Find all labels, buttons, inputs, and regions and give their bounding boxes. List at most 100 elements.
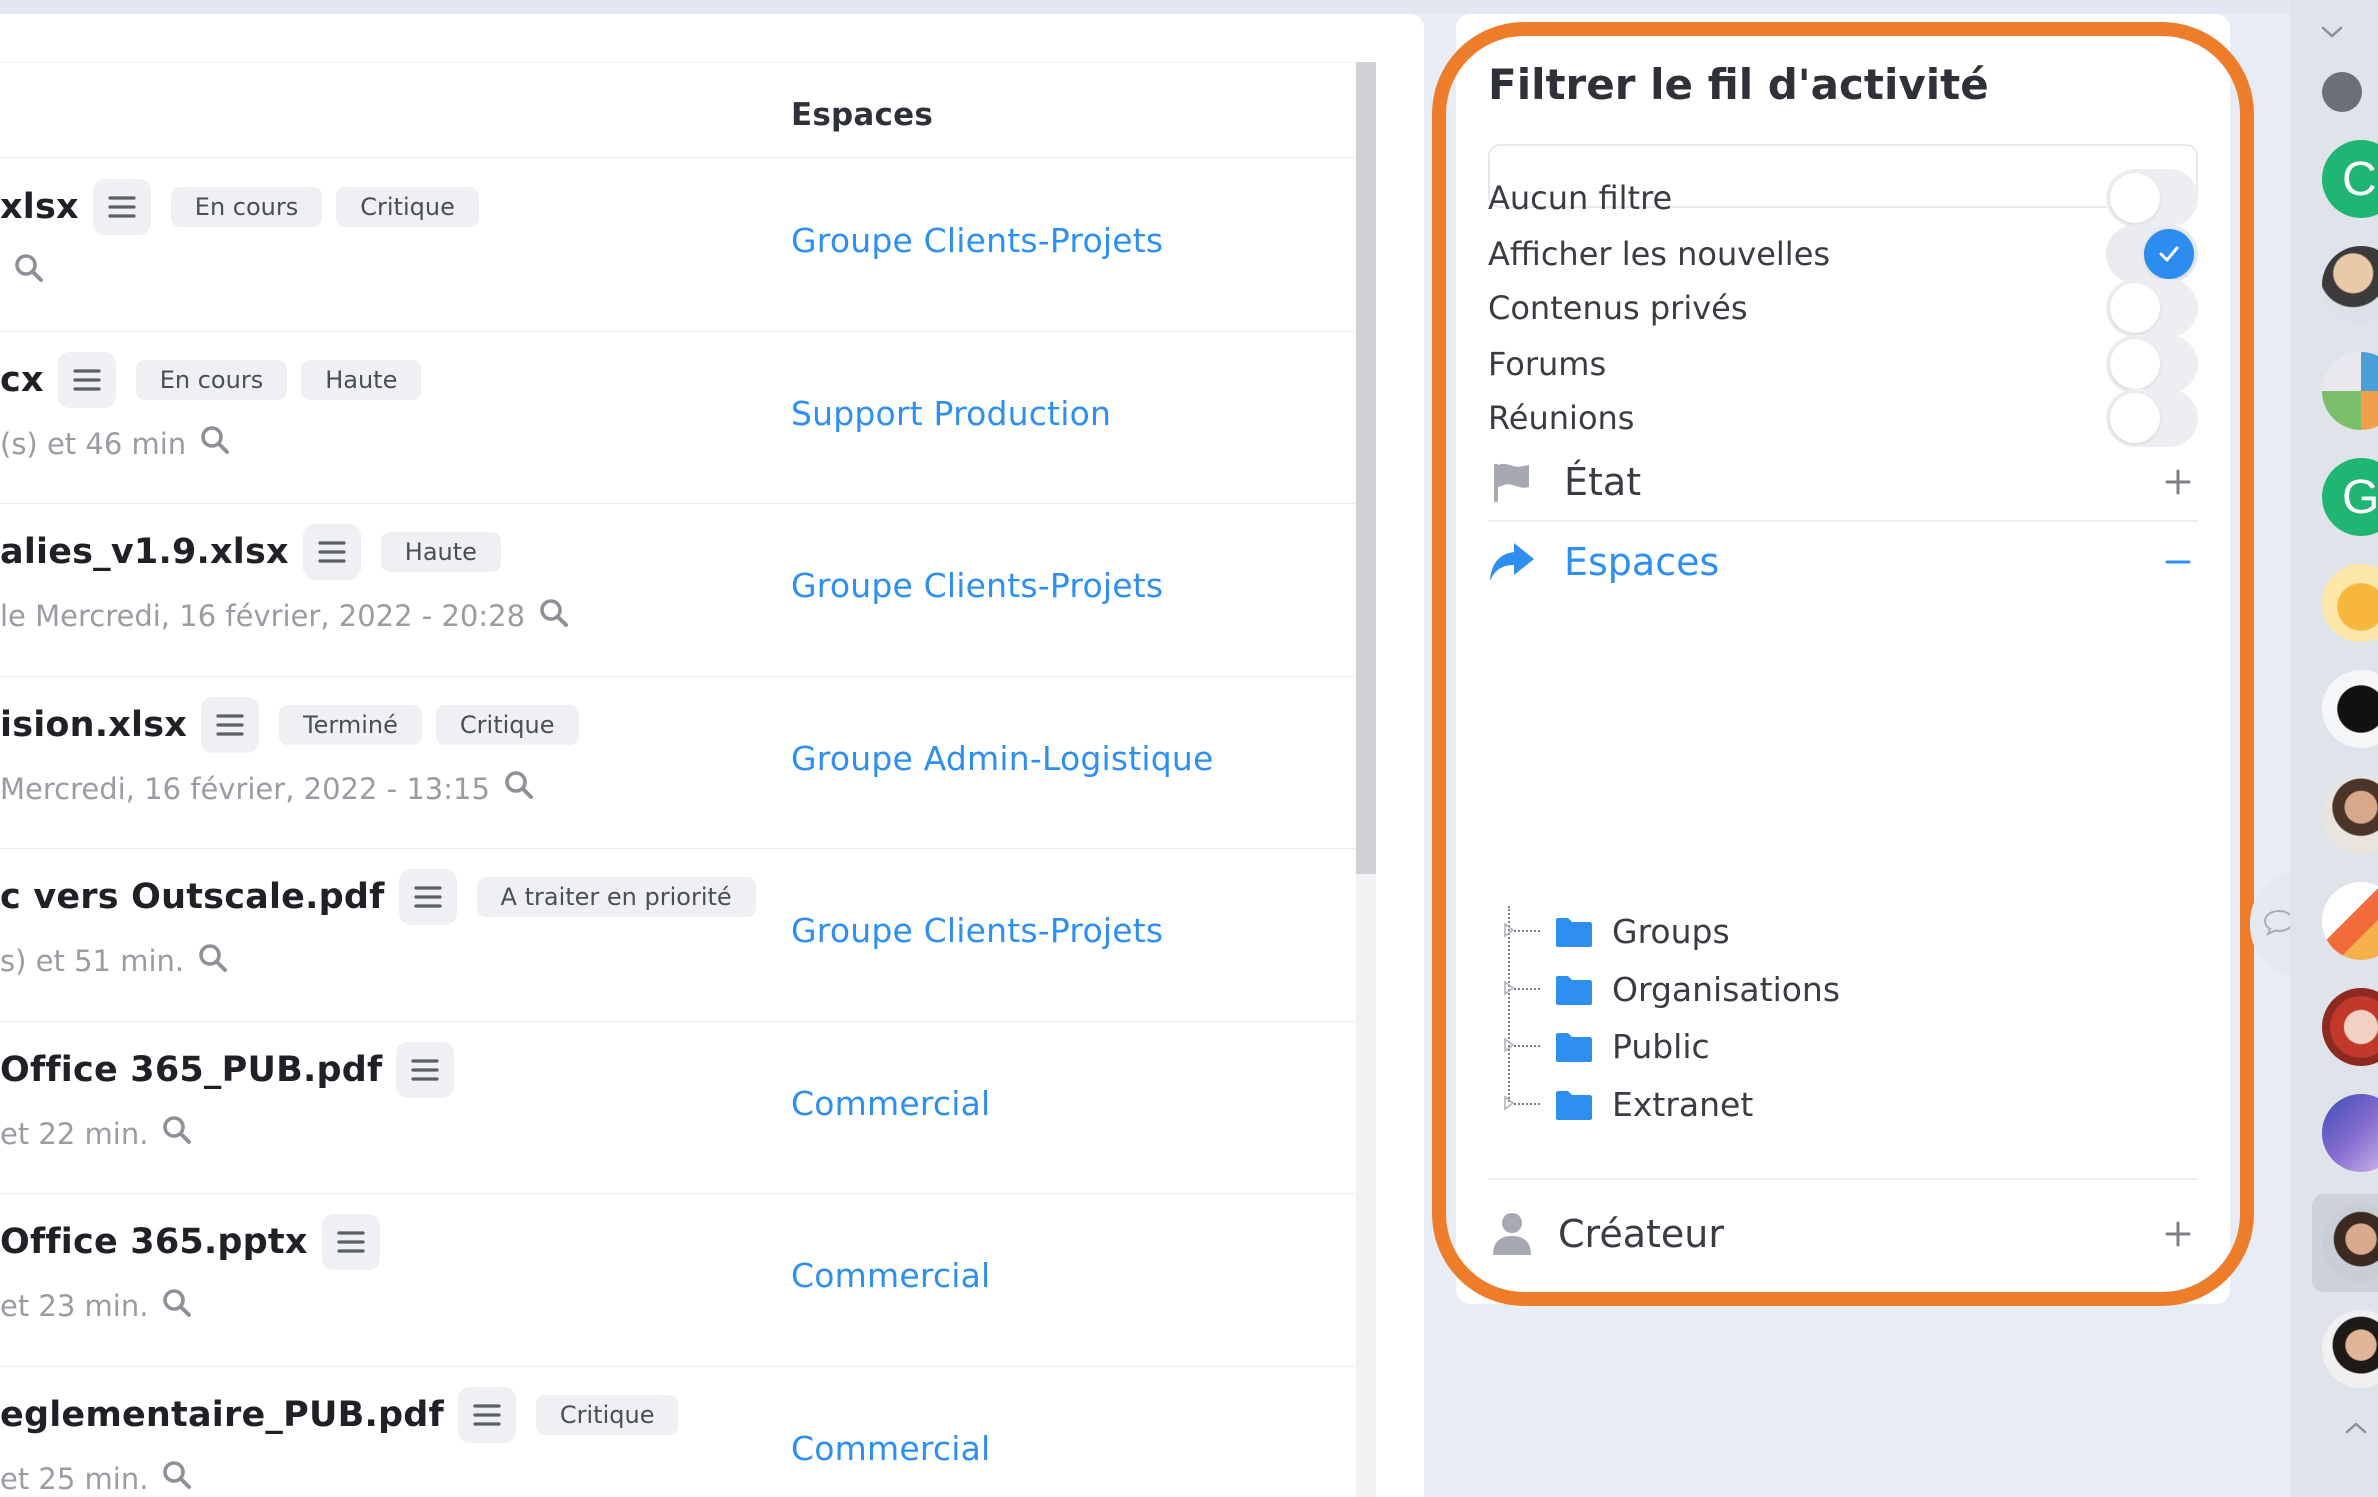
table-row[interactable]: Office 365_PUB.pdf et 22 min. Commercial: [0, 1022, 1356, 1194]
row-meta-line: (s) et 46 min: [0, 424, 230, 464]
status-tag: En cours: [135, 359, 288, 400]
table-row[interactable]: alies_v1.9.xlsx Haute le Mercredi, 16 fé…: [0, 504, 1356, 677]
file-name-link[interactable]: ision.xlsx: [0, 705, 187, 745]
search-icon[interactable]: [504, 770, 534, 807]
table-row[interactable]: c vers Outscale.pdf A traiter en priorit…: [0, 849, 1356, 1022]
toggle-switch[interactable]: [2106, 389, 2198, 447]
space-link[interactable]: Groupe Admin-Logistique: [791, 739, 1214, 778]
toggle-knob: [2110, 339, 2160, 389]
filter-toggle-row: Réunions: [1488, 388, 2198, 448]
toggle-label: Réunions: [1488, 399, 1635, 437]
toggle-knob: [2110, 173, 2160, 223]
row-title-line: xlsx En cours Critique: [0, 179, 479, 235]
space-link[interactable]: Support Production: [791, 394, 1111, 433]
menu-hamburger-icon[interactable]: [201, 696, 260, 753]
avatar[interactable]: [2322, 776, 2378, 854]
table-row[interactable]: eglementaire_PUB.pdf Critique et 25 min.…: [0, 1367, 1356, 1497]
search-icon[interactable]: [539, 598, 569, 635]
menu-hamburger-icon[interactable]: [57, 351, 116, 408]
row-title-line: ision.xlsx Terminé Critique: [0, 696, 579, 753]
table-row[interactable]: xlsx En cours Critique Groupe Clients-Pro…: [0, 159, 1356, 332]
tree-expand-arrow-icon[interactable]: [1503, 1094, 1515, 1115]
space-link[interactable]: Commercial: [791, 1084, 990, 1123]
menu-hamburger-icon[interactable]: [321, 1214, 380, 1270]
file-name-link[interactable]: alies_v1.9.xlsx: [0, 532, 289, 572]
tree-item-label: Extranet: [1612, 1084, 1754, 1124]
avatar-rail: C G: [2290, 0, 2378, 1497]
table-scrollbar-thumb[interactable]: [1356, 62, 1376, 874]
avatar[interactable]: G: [2322, 458, 2378, 536]
row-meta-text: s) et 51 min.: [0, 944, 185, 978]
space-link[interactable]: Groupe Clients-Projets: [791, 911, 1163, 950]
search-icon[interactable]: [162, 1288, 192, 1325]
avatar[interactable]: [2322, 1310, 2378, 1388]
toggle-switch[interactable]: [2106, 225, 2198, 283]
space-link[interactable]: Groupe Clients-Projets: [791, 566, 1163, 605]
tree-branch: [1514, 930, 1540, 932]
tree-expand-arrow-icon[interactable]: [1503, 979, 1515, 1000]
avatar[interactable]: [2322, 564, 2378, 642]
section-divider: [1488, 1178, 2198, 1180]
section-createur[interactable]: Créateur: [1488, 1194, 2198, 1274]
filter-toggle-row: Afficher les nouvelles: [1488, 224, 2198, 284]
toggle-switch[interactable]: [2106, 335, 2198, 393]
section-espaces[interactable]: Espaces: [1488, 522, 2198, 602]
avatar[interactable]: [2322, 352, 2378, 430]
avatar[interactable]: [2322, 1094, 2378, 1172]
search-icon[interactable]: [198, 943, 228, 980]
status-tag: Haute: [380, 532, 501, 572]
table-row[interactable]: cx En cours Haute (s) et 46 min Support P…: [0, 332, 1356, 504]
chevron-up-icon[interactable]: [2344, 1420, 2368, 1440]
file-name-link[interactable]: Office 365.pptx: [0, 1222, 308, 1262]
row-meta-line: et 23 min.: [0, 1286, 192, 1326]
status-tag: Terminé: [279, 704, 422, 745]
table-row[interactable]: Office 365.pptx et 23 min. Commercial: [0, 1194, 1356, 1367]
row-meta-text: et 25 min.: [0, 1461, 149, 1496]
toggle-switch[interactable]: [2106, 169, 2198, 227]
column-header-espaces[interactable]: Espaces: [791, 97, 933, 133]
expand-plus-icon[interactable]: [2158, 1214, 2198, 1254]
avatar[interactable]: [2322, 988, 2378, 1066]
menu-hamburger-icon[interactable]: [302, 524, 361, 580]
tree-expand-arrow-icon[interactable]: [1503, 922, 1515, 942]
user-icon: [1488, 1210, 1536, 1258]
activity-table-panel: Espaces xlsx En cours Critique Groupe Cli…: [0, 14, 1424, 1497]
space-link[interactable]: Commercial: [791, 1256, 990, 1295]
file-name-link[interactable]: cx: [0, 360, 44, 400]
search-icon[interactable]: [14, 253, 44, 290]
section-etat-label: État: [1564, 460, 1642, 504]
section-etat[interactable]: État: [1488, 442, 2198, 522]
menu-hamburger-icon[interactable]: [92, 179, 151, 235]
avatar[interactable]: [2322, 670, 2378, 748]
table-rows: xlsx En cours Critique Groupe Clients-Pro…: [0, 159, 1356, 1497]
avatar[interactable]: C: [2322, 140, 2378, 218]
filter-toggle-row: Aucun filtre: [1488, 168, 2198, 228]
avatar[interactable]: [2322, 246, 2378, 324]
space-link[interactable]: Commercial: [791, 1429, 990, 1468]
menu-hamburger-icon[interactable]: [396, 1041, 455, 1098]
toggle-switch[interactable]: [2106, 279, 2198, 337]
tree-branch: [1514, 1045, 1540, 1047]
search-icon[interactable]: [162, 1460, 192, 1497]
search-icon[interactable]: [200, 425, 230, 462]
filter-title: Filtrer le fil d'activité: [1488, 60, 1989, 109]
file-name-link[interactable]: Office 365_PUB.pdf: [0, 1050, 382, 1090]
file-name-link[interactable]: c vers Outscale.pdf: [0, 877, 385, 917]
avatar[interactable]: [2322, 882, 2378, 960]
menu-hamburger-icon[interactable]: [457, 1386, 516, 1443]
table-row[interactable]: ision.xlsx Terminé Critique Mercredi, 16 …: [0, 677, 1356, 849]
filter-panel: Filtrer le fil d'activité Aucun filtre A…: [1456, 14, 2230, 1304]
tree-expand-arrow-icon[interactable]: [1503, 1037, 1515, 1057]
search-icon[interactable]: [162, 1115, 192, 1152]
toggle-knob: [2110, 393, 2160, 443]
collapse-minus-icon[interactable]: [2158, 542, 2198, 582]
space-link[interactable]: Groupe Clients-Projets: [791, 221, 1163, 260]
file-name-link[interactable]: eglementaire_PUB.pdf: [0, 1395, 444, 1435]
menu-hamburger-icon[interactable]: [398, 869, 457, 925]
row-meta-text: et 23 min.: [0, 1289, 149, 1323]
expand-plus-icon[interactable]: [2158, 462, 2198, 502]
file-name-link[interactable]: xlsx: [0, 187, 79, 227]
toggle-label: Contenus privés: [1488, 289, 1748, 327]
folder-icon: [1554, 974, 1594, 1010]
chevron-down-icon[interactable]: [2320, 24, 2344, 44]
